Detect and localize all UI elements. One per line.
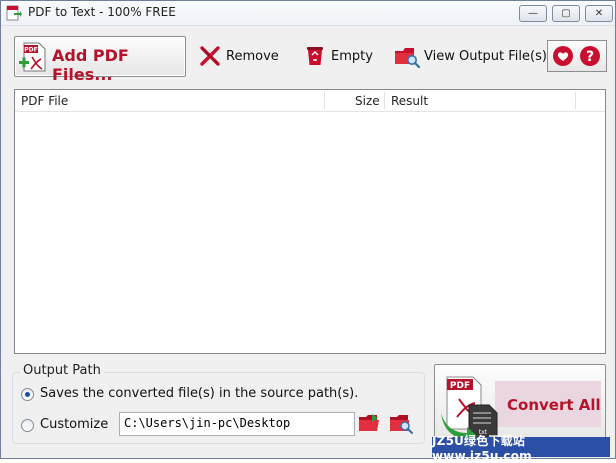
convert-all-label: Convert All (507, 396, 601, 414)
output-path-field-wrapper (119, 412, 355, 436)
column-divider[interactable] (575, 92, 576, 109)
output-path-input[interactable] (120, 413, 354, 433)
column-header-result[interactable]: Result (391, 94, 428, 108)
column-header-size[interactable]: Size (355, 94, 380, 108)
remove-label: Remove (226, 48, 279, 64)
app-icon (6, 5, 22, 21)
pdf-file-list[interactable]: PDF File Size Result (14, 89, 606, 354)
svg-text:?: ? (586, 49, 594, 65)
empty-button[interactable]: Empty (303, 44, 373, 68)
maximize-button[interactable]: ▢ (552, 5, 580, 22)
pdf-add-icon: PDF (19, 42, 46, 72)
watermark-banner: JZ5U绿色下载站 www.jz5u.com (432, 434, 610, 463)
add-pdf-files-label: Add PDF Files... (52, 46, 129, 84)
heart-icon[interactable] (552, 45, 574, 67)
folder-search-icon (395, 48, 420, 68)
close-button[interactable]: ✕ (585, 5, 613, 22)
column-divider[interactable] (324, 92, 325, 109)
radio-customize[interactable] (21, 419, 34, 432)
folder-open-icon[interactable] (358, 412, 382, 434)
folder-search-icon[interactable] (389, 412, 413, 434)
column-header-pdf-file[interactable]: PDF File (21, 94, 68, 108)
help-icon[interactable]: ? (579, 45, 601, 67)
app-window: PDF to Text - 100% FREE — ▢ ✕ PDF Add PD… (0, 0, 616, 459)
empty-label: Empty (331, 48, 373, 64)
customize-option-label[interactable]: Customize (40, 417, 108, 432)
list-header: PDF File Size Result (15, 90, 605, 112)
remove-button[interactable]: Remove (198, 44, 279, 68)
convert-pdf-badge-text: PDF (450, 381, 470, 391)
extra-buttons-group: ? (547, 40, 607, 72)
recycle-bin-icon (307, 47, 323, 65)
view-output-files-button[interactable]: View Output File(s) (394, 44, 547, 68)
radio-source-path[interactable] (21, 388, 34, 401)
remove-x-icon (200, 46, 220, 66)
column-divider[interactable] (384, 92, 385, 109)
title-bar[interactable]: PDF to Text - 100% FREE — ▢ ✕ (1, 1, 615, 26)
window-title: PDF to Text - 100% FREE (28, 5, 176, 19)
minimize-button[interactable]: — (519, 5, 547, 22)
view-output-files-label: View Output File(s) (424, 48, 547, 64)
source-path-option-label[interactable]: Saves the converted file(s) in the sourc… (40, 386, 358, 401)
pdf-to-txt-convert-icon: PDF txt (441, 376, 498, 439)
add-pdf-files-button[interactable]: PDF Add PDF Files... (14, 36, 186, 84)
output-path-group-label: Output Path (20, 363, 104, 378)
pdf-badge-text: PDF (24, 47, 37, 54)
